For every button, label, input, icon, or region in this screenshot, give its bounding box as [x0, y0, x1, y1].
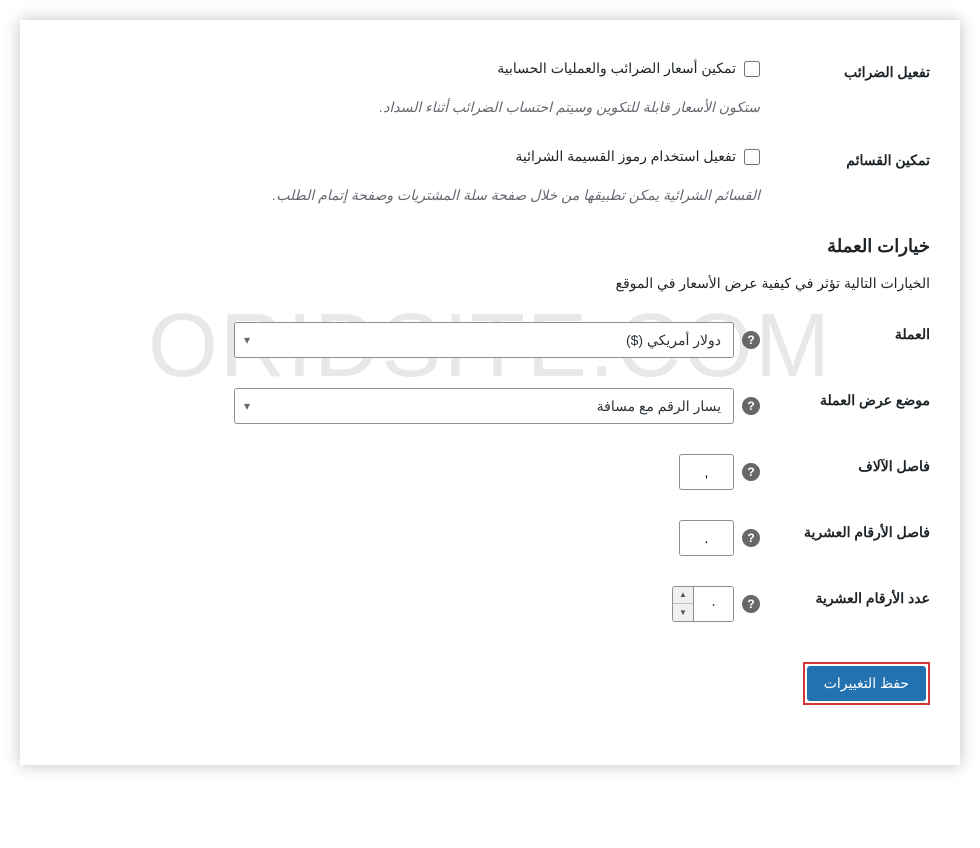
num-decimals-label: عدد الأرقام العشرية	[760, 586, 930, 607]
enable-coupons-checkbox-label: تفعيل استخدام رموز القسيمة الشرائية	[515, 148, 736, 165]
currency-options-description: الخيارات التالية تؤثر في كيفية عرض الأسع…	[50, 275, 930, 292]
spinner-up-button[interactable]: ▲	[673, 587, 693, 604]
currency-content: ? دولار أمريكي ($) ▾	[50, 322, 760, 358]
save-row: حفظ التغييرات	[50, 662, 930, 705]
decimal-separator-content: ?	[50, 520, 760, 556]
help-icon[interactable]: ?	[742, 529, 760, 547]
num-decimals-row: عدد الأرقام العشرية ? ٠ ▲ ▼	[50, 586, 930, 622]
enable-taxes-content: تمكين أسعار الضرائب والعمليات الحسابية س…	[50, 60, 760, 118]
enable-coupons-row: تمكين القسائم تفعيل استخدام رموز القسيمة…	[50, 148, 930, 206]
num-decimals-stepper[interactable]: ٠ ▲ ▼	[672, 586, 734, 622]
enable-taxes-checkbox[interactable]	[744, 61, 760, 77]
currency-position-row: موضع عرض العملة ? يسار الرقم مع مسافة ▾	[50, 388, 930, 424]
currency-position-select-wrap: يسار الرقم مع مسافة ▾	[234, 388, 734, 424]
enable-taxes-label: تفعيل الضرائب	[760, 60, 930, 81]
currency-select[interactable]: دولار أمريكي ($)	[234, 322, 734, 358]
currency-row: العملة ? دولار أمريكي ($) ▾	[50, 322, 930, 358]
enable-coupons-content: تفعيل استخدام رموز القسيمة الشرائية القس…	[50, 148, 760, 206]
num-decimals-value: ٠	[694, 596, 733, 613]
currency-selected-value: دولار أمريكي ($)	[626, 332, 721, 349]
enable-taxes-checkbox-label: تمكين أسعار الضرائب والعمليات الحسابية	[497, 60, 736, 77]
decimal-separator-label: فاصل الأرقام العشرية	[760, 520, 930, 541]
help-icon[interactable]: ?	[742, 595, 760, 613]
currency-options-title: خيارات العملة	[50, 236, 930, 257]
spinner-down-button[interactable]: ▼	[673, 604, 693, 621]
currency-position-content: ? يسار الرقم مع مسافة ▾	[50, 388, 760, 424]
enable-taxes-description: ستكون الأسعار قابلة للتكوين وسيتم احتساب…	[379, 97, 760, 118]
enable-taxes-row: تفعيل الضرائب تمكين أسعار الضرائب والعمل…	[50, 60, 930, 118]
help-icon[interactable]: ?	[742, 463, 760, 481]
decimal-separator-row: فاصل الأرقام العشرية ?	[50, 520, 930, 556]
currency-label: العملة	[760, 322, 930, 343]
thousand-separator-content: ?	[50, 454, 760, 490]
currency-position-label: موضع عرض العملة	[760, 388, 930, 409]
help-icon[interactable]: ?	[742, 331, 760, 349]
save-button[interactable]: حفظ التغييرات	[807, 666, 926, 701]
enable-coupons-checkbox[interactable]	[744, 149, 760, 165]
save-button-highlight: حفظ التغييرات	[803, 662, 930, 705]
thousand-separator-label: فاصل الآلاف	[760, 454, 930, 475]
help-icon[interactable]: ?	[742, 397, 760, 415]
currency-position-select[interactable]: يسار الرقم مع مسافة	[234, 388, 734, 424]
thousand-separator-row: فاصل الآلاف ?	[50, 454, 930, 490]
currency-select-wrap: دولار أمريكي ($) ▾	[234, 322, 734, 358]
spinner-buttons: ▲ ▼	[673, 587, 694, 621]
enable-coupons-description: القسائم الشرائية يمكن تطبيقها من خلال صف…	[272, 185, 760, 206]
enable-coupons-label: تمكين القسائم	[760, 148, 930, 169]
settings-panel: ORIDSITE.COM تفعيل الضرائب تمكين أسعار ا…	[20, 20, 960, 765]
enable-taxes-checkbox-line: تمكين أسعار الضرائب والعمليات الحسابية	[497, 60, 760, 77]
enable-coupons-checkbox-line: تفعيل استخدام رموز القسيمة الشرائية	[515, 148, 760, 165]
decimal-separator-input[interactable]	[679, 520, 734, 556]
thousand-separator-input[interactable]	[679, 454, 734, 490]
currency-position-selected-value: يسار الرقم مع مسافة	[597, 398, 721, 415]
num-decimals-content: ? ٠ ▲ ▼	[50, 586, 760, 622]
